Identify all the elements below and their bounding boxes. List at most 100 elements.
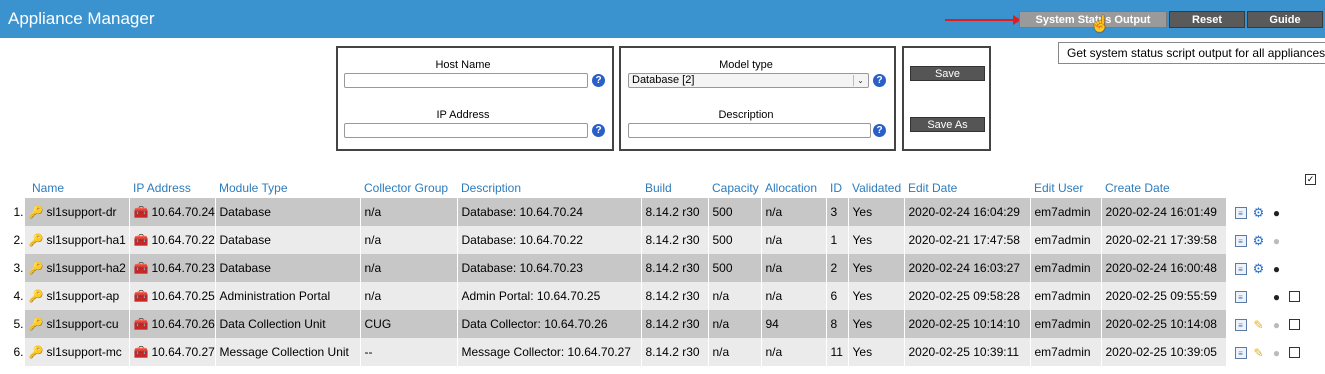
cell-name: 🔑 sl1support-mc xyxy=(24,338,130,366)
model-type-value: Database [2] xyxy=(632,74,695,86)
document-icon[interactable]: ≡ xyxy=(1234,262,1247,275)
toolbox-icon[interactable]: 🧰 xyxy=(134,233,149,247)
bomb-disabled-icon: ● xyxy=(1272,345,1281,360)
table-row[interactable]: 3. 🔑 sl1support-ha2 🧰 10.64.70.23 Database n/a… xyxy=(0,254,1325,282)
cell-create-date-text: 2020-02-25 09:55:59 xyxy=(1105,289,1217,303)
cell-collector-group-text: CUG xyxy=(364,317,392,331)
key-icon[interactable]: 🔑 xyxy=(29,205,44,219)
table-row[interactable]: 2. 🔑 sl1support-ha1 🧰 10.64.70.22 Database n/a… xyxy=(0,226,1325,254)
model-type-select[interactable]: Database [2] ⌄ xyxy=(628,73,869,88)
help-icon[interactable]: ? xyxy=(592,74,605,87)
page-title: Appliance Manager xyxy=(8,9,155,28)
chevron-down-icon[interactable]: ⌄ xyxy=(853,75,867,86)
description-input[interactable] xyxy=(628,123,871,138)
column-header[interactable]: Create Date xyxy=(1101,178,1226,198)
row-checkbox[interactable] xyxy=(1288,291,1300,303)
cell-validated: Yes xyxy=(848,254,905,282)
column-header[interactable]: Capacity xyxy=(708,178,761,198)
cell-description: Database: 10.64.70.23 xyxy=(457,254,642,282)
toolbox-icon[interactable]: 🧰 xyxy=(134,205,149,219)
column-header[interactable]: IP Address xyxy=(129,178,215,198)
column-header[interactable]: Validated xyxy=(848,178,904,198)
guide-button[interactable]: Guide xyxy=(1247,11,1323,28)
cell-build: 8.14.2 r30 xyxy=(641,338,709,366)
cell-edit-date-text: 2020-02-25 10:39:11 xyxy=(908,345,1020,359)
document-icon[interactable]: ≡ xyxy=(1234,318,1247,331)
column-header[interactable]: ID xyxy=(826,178,848,198)
toolbox-icon[interactable]: 🧰 xyxy=(134,289,149,303)
cell-create-date-text: 2020-02-25 10:14:08 xyxy=(1105,317,1217,331)
gear-icon[interactable]: ⚙ xyxy=(1253,206,1265,219)
cell-validated-text: Yes xyxy=(852,233,873,247)
cell-module-type: Data Collection Unit xyxy=(215,310,361,338)
table-row[interactable]: 4. 🔑 sl1support-ap 🧰 10.64.70.25 Administrati… xyxy=(0,282,1325,310)
table-row[interactable]: 5. 🔑 sl1support-cu 🧰 10.64.70.26 Data Collect… xyxy=(0,310,1325,338)
cell-edit-date: 2020-02-25 10:39:11 xyxy=(904,338,1031,366)
column-header[interactable]: Allocation xyxy=(761,178,826,198)
key-icon[interactable]: 🔑 xyxy=(29,261,44,275)
help-icon[interactable]: ? xyxy=(592,124,605,137)
cell-create-date-text: 2020-02-25 10:39:05 xyxy=(1105,345,1217,359)
title-bar: Appliance Manager System Status Output R… xyxy=(0,0,1325,38)
toolbox-icon[interactable]: 🧰 xyxy=(134,345,149,359)
gear-icon[interactable]: ⚙ xyxy=(1253,234,1265,247)
cell-id-text: 11 xyxy=(830,345,843,359)
document-icon[interactable]: ≡ xyxy=(1234,234,1247,247)
toolbox-icon[interactable]: 🧰 xyxy=(134,317,149,331)
cell-edit-user-text: em7admin xyxy=(1034,233,1091,247)
toolbox-icon[interactable]: 🧰 xyxy=(134,261,149,275)
cell-validated: Yes xyxy=(848,338,905,366)
save-as-button[interactable]: Save As xyxy=(910,117,985,132)
bomb-icon[interactable]: ● xyxy=(1271,207,1283,219)
model-type-label: Model type xyxy=(719,59,773,71)
ip-address-input[interactable] xyxy=(344,123,588,138)
column-header[interactable]: Collector Group xyxy=(360,178,457,198)
column-header[interactable]: Build xyxy=(641,178,708,198)
help-icon[interactable]: ? xyxy=(873,74,886,87)
table-row[interactable]: 6. 🔑 sl1support-mc 🧰 10.64.70.27 Message Coll… xyxy=(0,338,1325,366)
key-icon[interactable]: 🔑 xyxy=(29,289,44,303)
hand-cursor-icon: ☝ xyxy=(1090,16,1110,33)
cell-edit-date: 2020-02-25 09:58:28 xyxy=(904,282,1031,310)
cell-description: Database: 10.64.70.22 xyxy=(457,226,642,254)
column-header[interactable]: Name xyxy=(24,178,129,198)
cell-module-type-text: Database xyxy=(219,261,271,275)
column-header[interactable]: Description xyxy=(457,178,641,198)
pencil-icon[interactable]: ✎ xyxy=(1253,319,1265,331)
pencil-icon[interactable]: ✎ xyxy=(1253,347,1265,359)
document-icon[interactable]: ≡ xyxy=(1234,290,1247,303)
bomb-icon[interactable]: ● xyxy=(1271,263,1283,275)
cell-description-text: Database: 10.64.70.22 xyxy=(461,233,583,247)
cell-allocation: n/a xyxy=(761,226,827,254)
key-icon[interactable]: 🔑 xyxy=(29,233,44,247)
help-icon[interactable]: ? xyxy=(873,124,886,137)
key-icon[interactable]: 🔑 xyxy=(29,345,44,359)
key-icon[interactable]: 🔑 xyxy=(29,317,44,331)
column-header[interactable]: Module Type xyxy=(215,178,360,198)
cell-module-type: Administration Portal xyxy=(215,282,361,310)
cell-edit-user-text: em7admin xyxy=(1034,261,1091,275)
column-header[interactable]: Edit User xyxy=(1030,178,1101,198)
cell-edit-user: em7admin xyxy=(1030,226,1102,254)
reset-button[interactable]: Reset xyxy=(1169,11,1245,28)
cell-build-text: 8.14.2 r30 xyxy=(645,289,700,303)
document-icon[interactable]: ≡ xyxy=(1234,346,1247,359)
table-row[interactable]: 1. 🔑 sl1support-dr 🧰 10.64.70.24 Database n/a D… xyxy=(0,198,1325,226)
row-checkbox[interactable] xyxy=(1288,319,1300,331)
row-checkbox[interactable] xyxy=(1288,347,1300,359)
appliance-name: sl1support-mc xyxy=(46,344,122,359)
gear-icon[interactable]: ⚙ xyxy=(1253,262,1265,275)
cell-collector-group-text: n/a xyxy=(364,205,382,219)
cell-allocation-text: n/a xyxy=(765,261,783,275)
document-icon[interactable]: ≡ xyxy=(1234,206,1247,219)
cell-capacity: 500 xyxy=(708,226,762,254)
cell-build-text: 8.14.2 r30 xyxy=(645,317,700,331)
cell-ip: 🧰 10.64.70.27 xyxy=(129,338,216,366)
appliance-name: sl1support-ha1 xyxy=(46,232,126,247)
cell-edit-date-text: 2020-02-25 09:58:28 xyxy=(908,289,1020,303)
column-header[interactable]: Edit Date xyxy=(904,178,1030,198)
host-name-input[interactable] xyxy=(344,73,588,88)
bomb-icon[interactable]: ● xyxy=(1271,291,1283,303)
save-button[interactable]: Save xyxy=(910,66,985,81)
cell-collector-group: n/a xyxy=(360,254,458,282)
